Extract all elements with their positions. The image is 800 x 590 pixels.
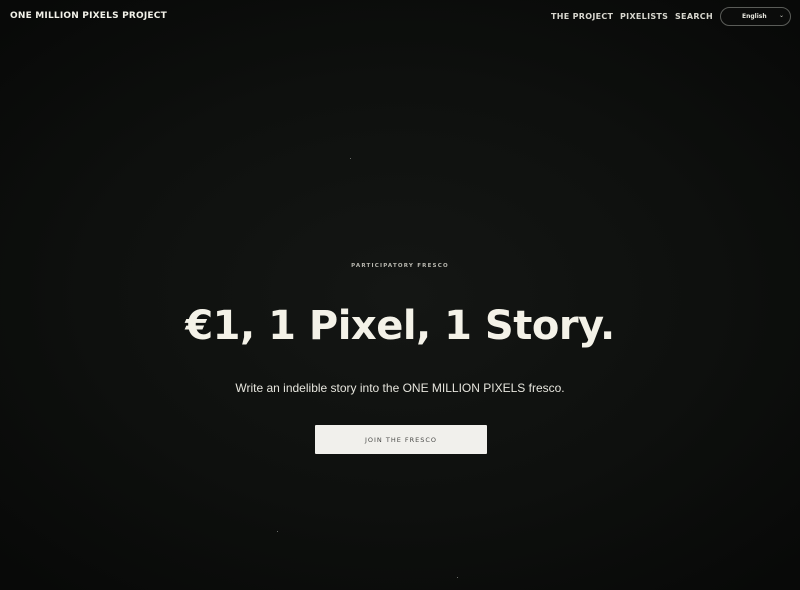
hero-background: ONE MILLION PIXELS PROJECT THE PROJECT P…: [0, 0, 800, 590]
language-select[interactable]: English ⌄: [720, 7, 791, 26]
language-selected-value: English: [742, 13, 767, 20]
site-logo[interactable]: ONE MILLION PIXELS PROJECT: [10, 11, 167, 21]
hero-eyebrow: PARTICIPATORY FRESCO: [351, 263, 449, 269]
decorative-speck: [277, 531, 278, 532]
nav-search[interactable]: SEARCH: [675, 12, 713, 21]
chevron-down-icon: ⌄: [779, 12, 785, 19]
nav-the-project[interactable]: THE PROJECT: [551, 12, 613, 21]
decorative-speck: [457, 577, 458, 578]
nav-pixelists[interactable]: PIXELISTS: [620, 12, 668, 21]
hero-subline: Write an indelible story into the ONE MI…: [235, 381, 565, 395]
decorative-speck: [350, 158, 351, 159]
join-fresco-button[interactable]: JOIN THE FRESCO: [315, 425, 487, 454]
hero-headline: €1, 1 Pixel, 1 Story.: [185, 303, 615, 349]
